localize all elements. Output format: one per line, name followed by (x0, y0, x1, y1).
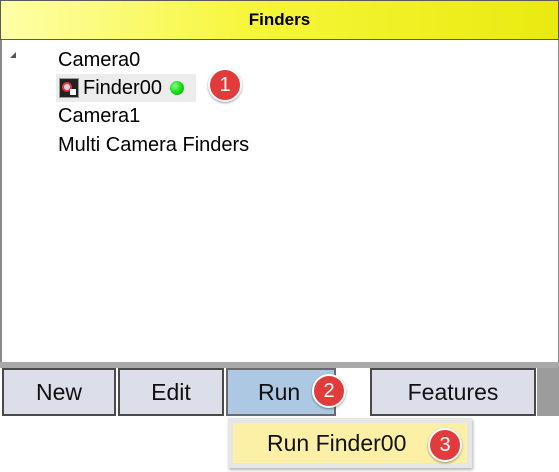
step-badge-1: 1 (208, 68, 242, 102)
tree-item-multi-camera-finders[interactable]: Multi Camera Finders (58, 133, 249, 157)
camera-finder-icon (59, 78, 79, 98)
step-badge-3: 3 (428, 428, 462, 462)
edit-button[interactable]: Edit (118, 368, 224, 416)
tree-item-camera1[interactable]: Camera1 (58, 104, 140, 128)
finder-toolbar: New Edit Run Features (0, 362, 559, 418)
features-button[interactable]: Features (370, 368, 536, 416)
tree-item-camera0[interactable]: Camera0 (58, 48, 140, 72)
toolbar-edge (537, 368, 559, 416)
tree-item-finder00[interactable]: Finder00 (56, 74, 196, 102)
finders-panel-header: Finders (0, 0, 559, 40)
run-finder00-label: Run Finder00 (267, 429, 407, 456)
collapse-expander-icon[interactable] (10, 52, 16, 58)
panel-title: Finders (248, 10, 311, 29)
step-badge-2: 2 (312, 374, 346, 408)
finders-tree: Camera0 Finder00 Camera1 Multi Camera Fi… (0, 40, 559, 362)
finder00-label: Finder00 (83, 76, 162, 99)
status-dot-icon (169, 81, 184, 95)
new-button[interactable]: New (2, 368, 116, 416)
